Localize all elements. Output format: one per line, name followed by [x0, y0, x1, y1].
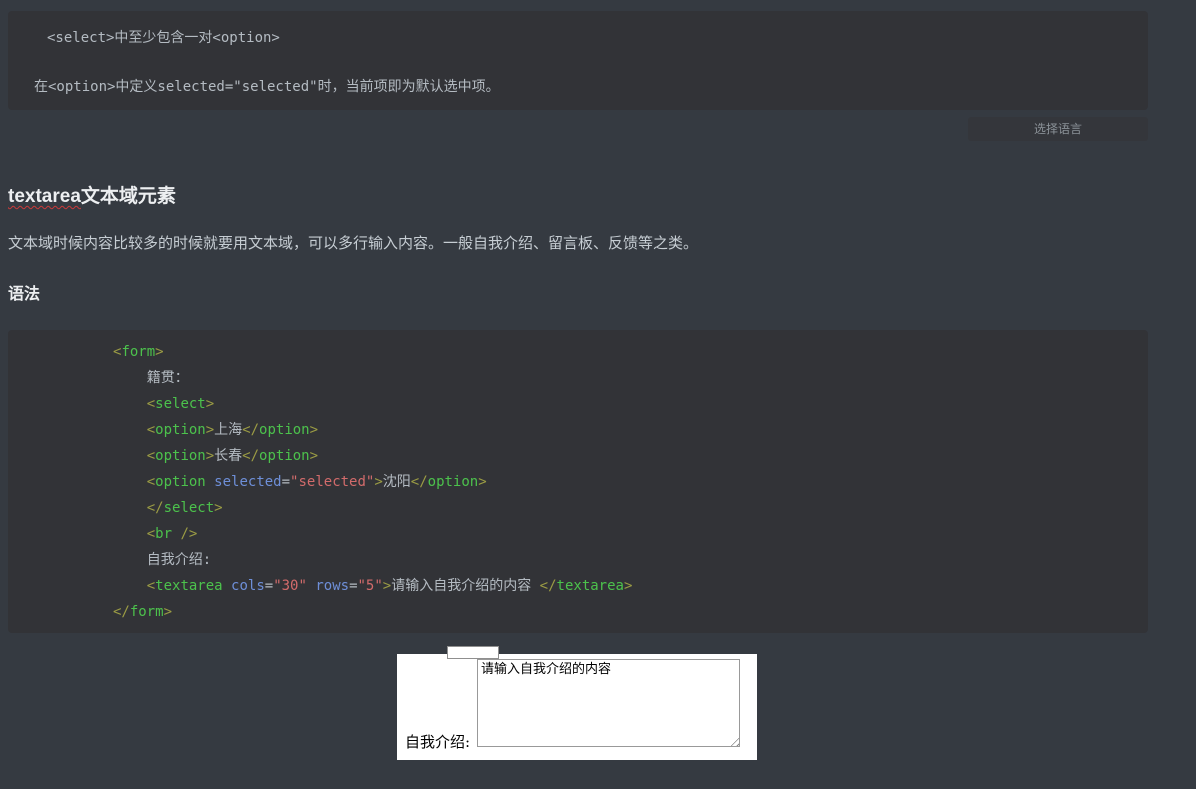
select-language-button[interactable]: 选择语言: [968, 117, 1148, 141]
preview-textarea[interactable]: 请输入自我介绍的内容: [477, 659, 740, 747]
code-block: <form> 籍贯： <select> <option>上海</option> …: [8, 330, 1148, 633]
preview-select-dropdown[interactable]: [447, 646, 499, 659]
page-title: textarea文本域元素: [8, 181, 176, 208]
code-line: 籍贯：: [113, 370, 189, 386]
result-preview: 请输入自我介绍的内容 自我介绍:: [397, 646, 757, 760]
code-line: <br />: [146, 526, 198, 542]
code-line: 自我介绍:: [113, 552, 212, 568]
syntax-heading: 语法: [8, 286, 41, 303]
code-line: <option selected="selected">沈阳</option>: [146, 474, 487, 490]
code-line: <form>: [113, 344, 164, 360]
page-title-highlight: textarea: [8, 186, 81, 207]
code-line: </select>: [146, 500, 223, 516]
code-line: <textarea cols="30" rows="5">请输入自我介绍的内容 …: [146, 578, 633, 594]
code-lines: <form> 籍贯： <select> <option>上海</option> …: [113, 339, 1148, 625]
code-line: <select>: [146, 396, 215, 412]
note-line-2: 在<option>中定义selected="selected"时，当前项即为默认…: [34, 79, 500, 95]
note-code-block: <select>中至少包含一对<option> 在<option>中定义sele…: [8, 11, 1148, 110]
preview-label: 自我介绍:: [405, 733, 471, 751]
note-line-1: <select>中至少包含一对<option>: [47, 30, 280, 46]
code-line: </form>: [113, 604, 173, 620]
code-line: <option>长春</option>: [146, 448, 319, 464]
page-title-rest: 文本域元素: [80, 186, 176, 207]
intro-paragraph: 文本域时候内容比较多的时候就要用文本域，可以多行输入内容。一般自我介绍、留言板、…: [8, 235, 699, 252]
code-line: <option>上海</option>: [146, 422, 319, 438]
